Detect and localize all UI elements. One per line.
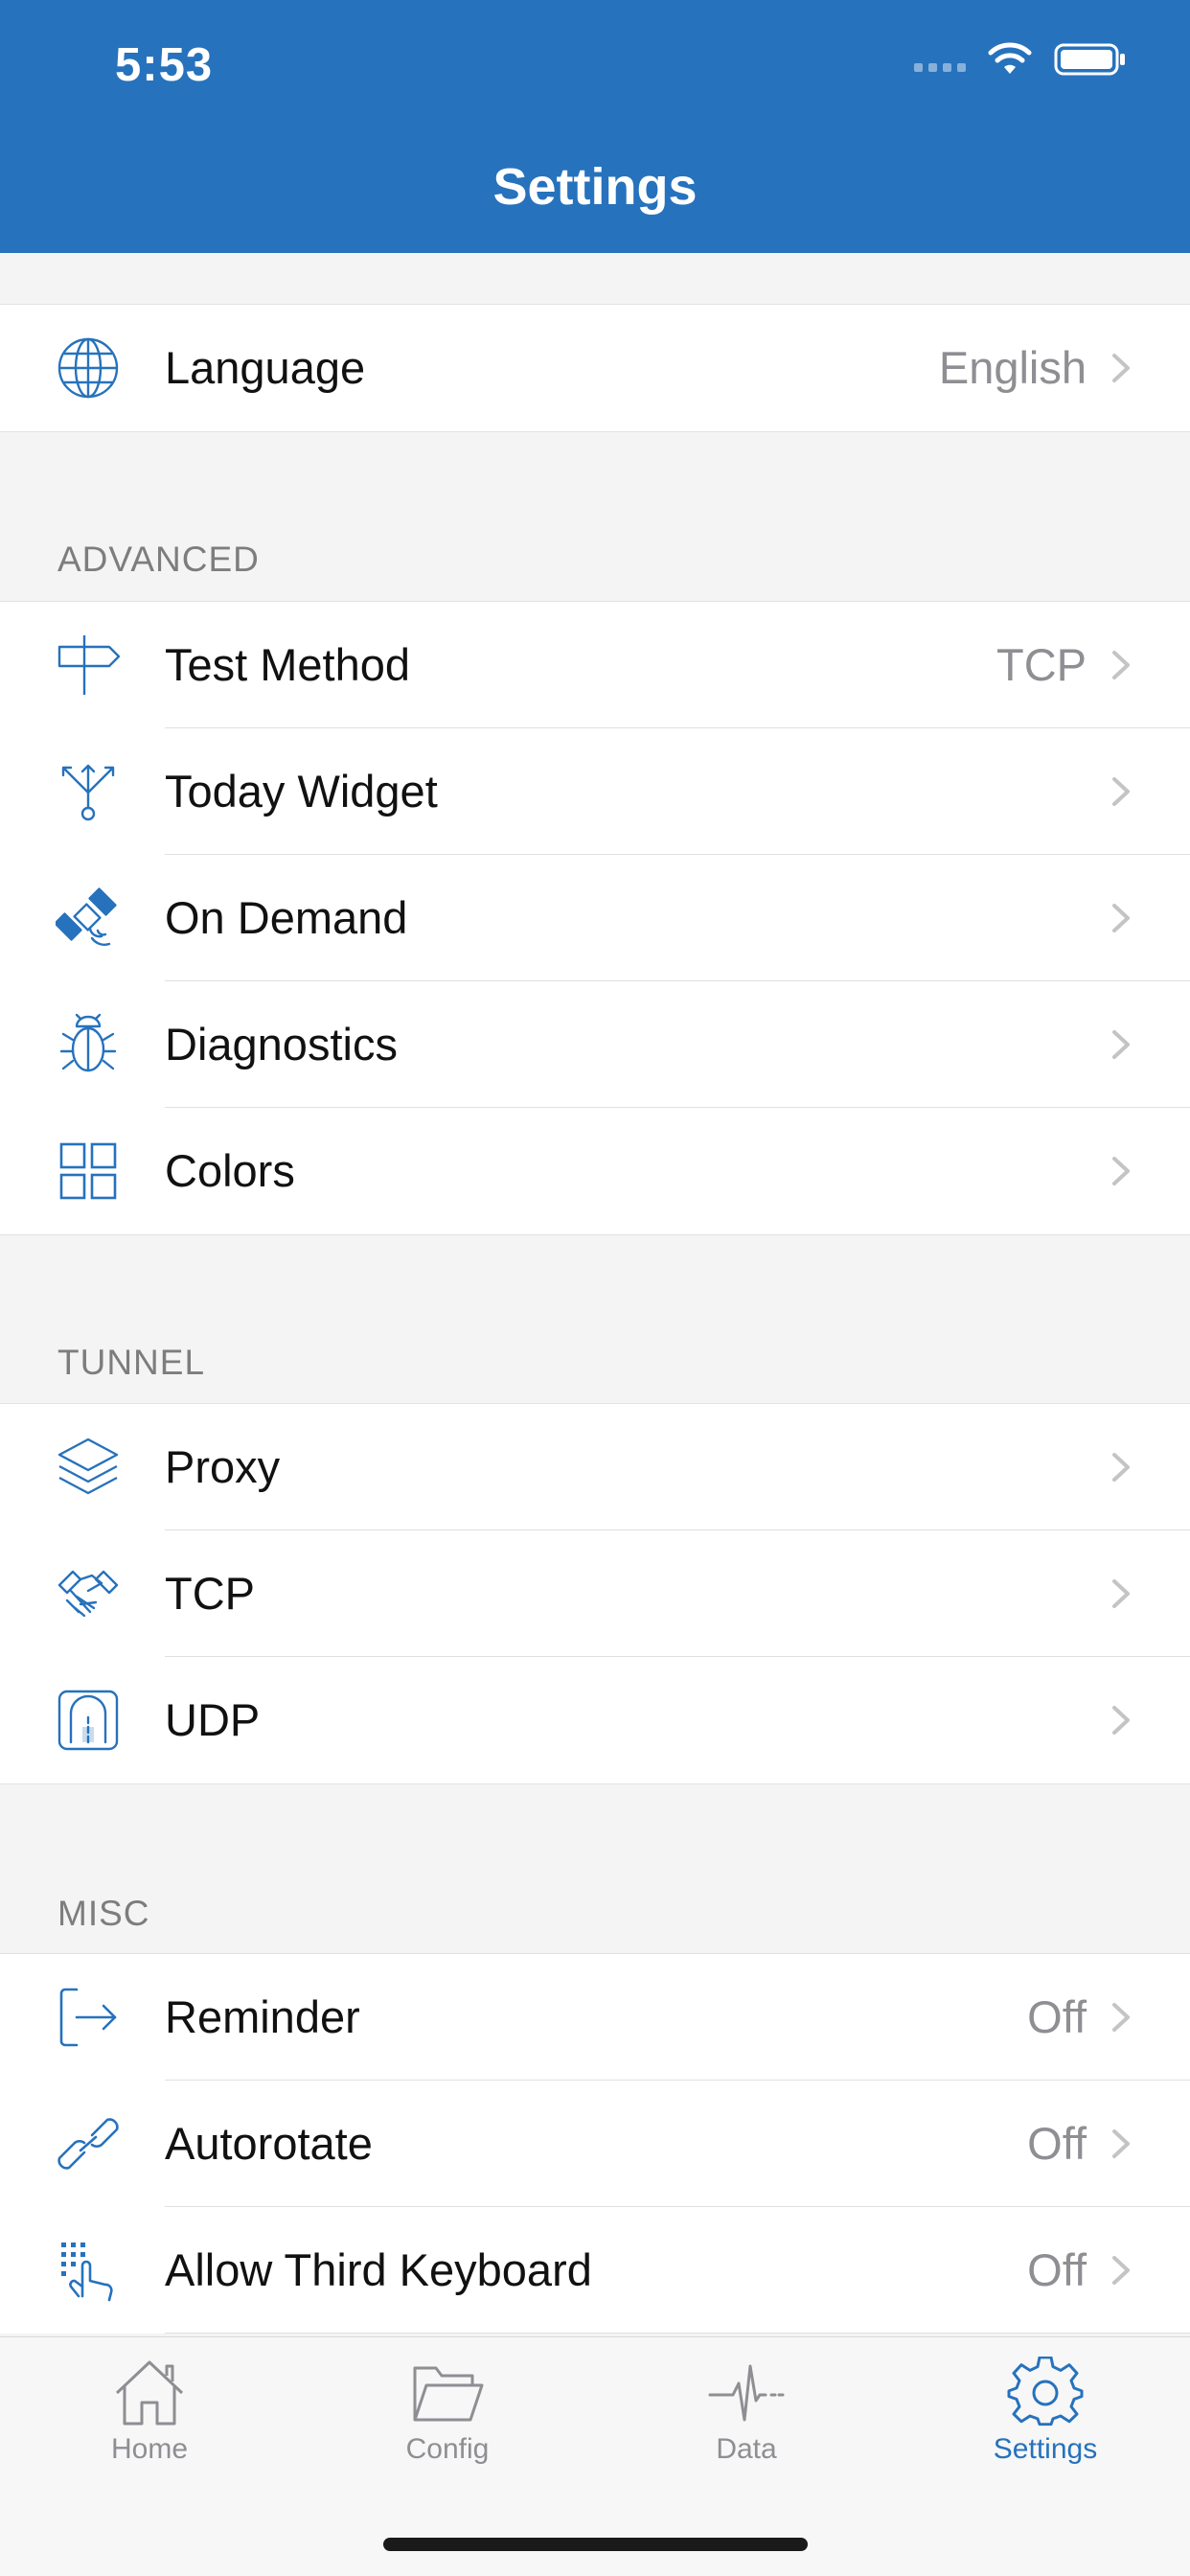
row-value: Off <box>1027 1991 1087 2042</box>
chevron-right-icon <box>1112 651 1130 679</box>
tunnel-icon <box>56 1689 121 1752</box>
row-autorotate[interactable]: Autorotate Off <box>0 2081 1190 2207</box>
pulse-icon <box>708 2364 785 2422</box>
chevron-right-icon <box>1112 1453 1130 1482</box>
settings-screen: 5:53 Settings Language English ADVANCED … <box>0 0 1190 2576</box>
row-value: English <box>938 342 1087 393</box>
cellular-signal-icon <box>914 45 966 74</box>
globe-icon <box>56 336 121 400</box>
chevron-right-icon <box>1112 2129 1130 2158</box>
row-label: Today Widget <box>165 766 438 816</box>
gear-icon <box>1007 2357 1084 2426</box>
row-value: TCP <box>996 639 1087 690</box>
chevron-right-icon <box>1112 1157 1130 1185</box>
fork-arrows-icon <box>56 760 121 823</box>
section-header-misc: MISC <box>57 1894 150 1933</box>
tunnel-group: Proxy TCP UDP <box>0 1403 1190 1784</box>
tab-label: Config <box>405 2433 490 2465</box>
row-reminder[interactable]: Reminder Off <box>0 1954 1190 2081</box>
row-label: Diagnostics <box>165 1019 398 1070</box>
row-label: Language <box>165 342 366 393</box>
bug-icon <box>56 1013 121 1076</box>
layers-icon <box>56 1436 121 1499</box>
row-today-widget[interactable]: Today Widget <box>0 728 1190 855</box>
handshake-icon <box>56 1562 121 1625</box>
tab-settings[interactable]: Settings <box>950 2357 1141 2466</box>
chevron-right-icon <box>1112 1579 1130 1608</box>
misc-group: Reminder Off Autorotate Off Allow Third … <box>0 1953 1190 2334</box>
exit-arrow-icon <box>56 1986 121 2049</box>
row-tcp[interactable]: TCP <box>0 1530 1190 1657</box>
row-label: TCP <box>165 1568 255 1619</box>
signpost-icon <box>56 633 121 697</box>
row-test-method[interactable]: Test Method TCP <box>0 602 1190 728</box>
tab-label: Settings <box>993 2433 1098 2465</box>
grid-icon <box>56 1139 121 1203</box>
row-value: Off <box>1027 2118 1087 2169</box>
tab-label: Data <box>716 2433 777 2465</box>
home-icon <box>115 2360 184 2426</box>
page-title: Settings <box>492 158 698 216</box>
section-header-advanced: ADVANCED <box>57 540 260 579</box>
chevron-right-icon <box>1112 2003 1130 2032</box>
advanced-group: Test Method TCP Today Widget On Demand D… <box>0 601 1190 1235</box>
section-header-tunnel: TUNNEL <box>57 1343 206 1382</box>
general-group: Language English <box>0 304 1190 432</box>
row-value: Off <box>1027 2244 1087 2295</box>
tab-home[interactable]: Home <box>54 2357 245 2466</box>
link-icon <box>56 2112 121 2175</box>
status-icons <box>914 42 1127 77</box>
battery-icon <box>1054 43 1125 76</box>
row-label: UDP <box>165 1694 261 1745</box>
row-diagnostics[interactable]: Diagnostics <box>0 981 1190 1108</box>
satellite-icon <box>56 886 121 950</box>
row-udp[interactable]: UDP <box>0 1657 1190 1783</box>
row-on-demand[interactable]: On Demand <box>0 855 1190 981</box>
nav-header: 5:53 Settings <box>0 0 1190 253</box>
chevron-right-icon <box>1112 777 1130 806</box>
row-label: Reminder <box>165 1991 360 2042</box>
home-indicator[interactable] <box>383 2538 808 2551</box>
chevron-right-icon <box>1112 354 1130 382</box>
chevron-right-icon <box>1112 2256 1130 2285</box>
row-allow-third-keyboard[interactable]: Allow Third Keyboard Off <box>0 2207 1190 2334</box>
row-label: Allow Third Keyboard <box>165 2244 592 2295</box>
tab-data[interactable]: Data <box>651 2357 842 2466</box>
row-label: Test Method <box>165 639 411 690</box>
row-label: Colors <box>165 1145 295 1196</box>
row-label: On Demand <box>165 892 408 943</box>
row-label: Proxy <box>165 1441 281 1492</box>
chevron-right-icon <box>1112 1706 1130 1735</box>
keypad-touch-icon <box>56 2239 121 2302</box>
folder-icon <box>413 2366 484 2422</box>
row-label: Autorotate <box>165 2118 373 2169</box>
row-proxy[interactable]: Proxy <box>0 1404 1190 1530</box>
chevron-right-icon <box>1112 904 1130 932</box>
row-colors[interactable]: Colors <box>0 1108 1190 1234</box>
chevron-right-icon <box>1112 1030 1130 1059</box>
status-time: 5:53 <box>115 39 214 91</box>
wifi-icon <box>988 42 1032 74</box>
row-language[interactable]: Language English <box>0 305 1190 431</box>
tab-config[interactable]: Config <box>352 2357 543 2466</box>
tab-label: Home <box>110 2433 189 2465</box>
